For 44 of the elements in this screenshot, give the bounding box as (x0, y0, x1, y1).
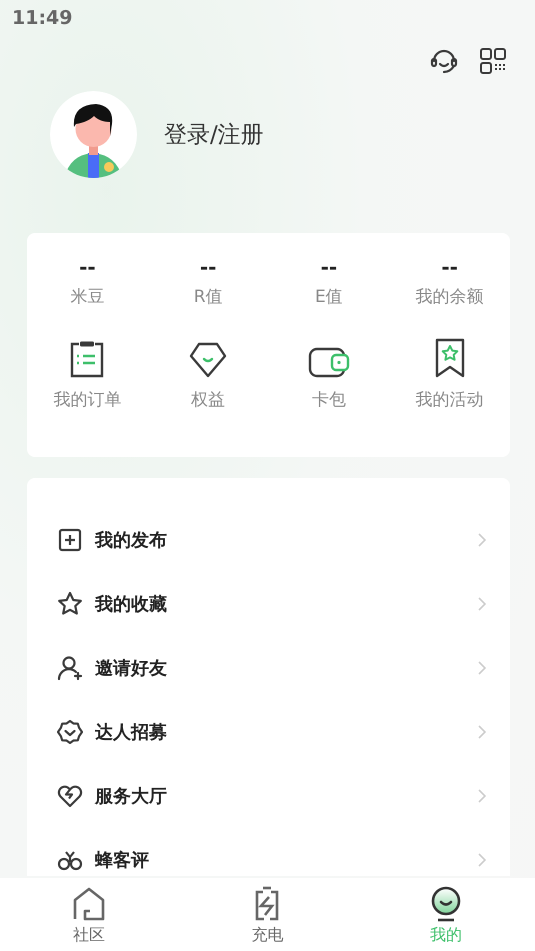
star-icon (57, 591, 83, 617)
badge-check-icon (57, 719, 83, 745)
stat-value: -- (320, 255, 338, 279)
bookmark-star-icon (434, 338, 466, 378)
menu-item[interactable]: 达人招募 (95, 720, 478, 744)
menu-item[interactable]: 蜂客评 (95, 848, 478, 872)
menu-item[interactable]: 服务大厅 (95, 784, 478, 808)
chevron-right-icon (478, 789, 486, 803)
add-square-icon (58, 528, 82, 552)
stat-label: R值 (194, 286, 223, 308)
chevron-right-icon (478, 661, 486, 675)
login-register-link[interactable]: 登录/注册 (164, 119, 264, 150)
smile-face-icon (428, 886, 463, 922)
bee-icon (57, 849, 83, 871)
headset-icon[interactable] (429, 47, 459, 75)
tab[interactable]: 充电 (178, 878, 357, 951)
qr-code-icon[interactable] (479, 47, 507, 75)
chevron-right-icon (478, 533, 486, 547)
home-icon (72, 887, 106, 921)
chevron-right-icon (478, 853, 486, 867)
shortcut-label[interactable]: 我的活动 (416, 388, 484, 411)
status-time: 11:49 (12, 7, 72, 29)
stat-label: 米豆 (70, 286, 104, 308)
menu-item[interactable]: 邀请好友 (95, 656, 478, 680)
stat-label: 我的余额 (416, 286, 484, 308)
stat-value: -- (79, 255, 96, 279)
chevron-right-icon (478, 725, 486, 739)
avatar[interactable] (50, 91, 137, 178)
stat-label: E值 (315, 286, 343, 308)
heart-icon (57, 784, 83, 808)
chevron-right-icon (478, 597, 486, 611)
clipboard-icon (69, 340, 106, 378)
shortcut-label[interactable]: 我的订单 (53, 388, 122, 411)
tab[interactable]: 社区 (0, 878, 178, 951)
battery-bolt-icon (254, 886, 280, 922)
shortcut-label[interactable]: 卡包 (312, 388, 346, 411)
menu-item[interactable]: 我的收藏 (95, 592, 478, 616)
diamond-icon (189, 342, 228, 378)
stat-value: -- (200, 255, 216, 279)
wallet-icon (308, 346, 350, 378)
shortcut-label[interactable]: 权益 (191, 388, 226, 411)
stat-value: -- (441, 255, 458, 279)
menu-item[interactable]: 我的发布 (95, 528, 478, 552)
add-user-icon (57, 655, 83, 681)
